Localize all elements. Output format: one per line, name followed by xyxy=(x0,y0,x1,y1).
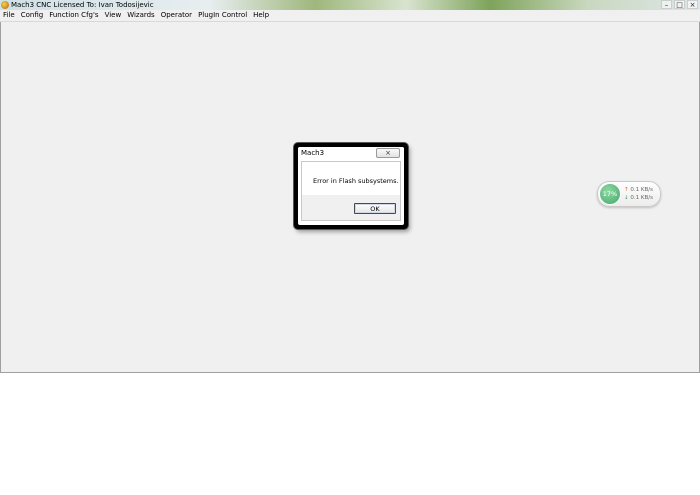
window-controls: – □ × xyxy=(661,0,698,10)
menu-help[interactable]: Help xyxy=(250,10,272,21)
maximize-button[interactable]: □ xyxy=(674,0,685,9)
error-dialog: Mach3 × Error in Flash subsystems. OK xyxy=(294,143,408,229)
dialog-message-area: Error in Flash subsystems. xyxy=(302,162,400,195)
close-window-button[interactable]: × xyxy=(687,0,698,9)
ok-button[interactable]: OK xyxy=(354,203,396,214)
menu-config[interactable]: Config xyxy=(18,10,46,21)
dialog-title-bar[interactable]: Mach3 × xyxy=(298,147,404,159)
usage-percent-badge: 17% xyxy=(599,183,621,205)
network-speed-widget[interactable]: 17% ↑ 0.1 KB/s ↓ 0.1 KB/s xyxy=(597,181,661,207)
close-icon[interactable]: × xyxy=(376,148,400,158)
menu-view[interactable]: View xyxy=(102,10,125,21)
menu-function-cfgs[interactable]: Function Cfg's xyxy=(46,10,101,21)
upload-speed: ↑ 0.1 KB/s xyxy=(624,187,653,193)
dialog-title: Mach3 xyxy=(301,149,325,157)
download-speed: ↓ 0.1 KB/s xyxy=(624,195,653,201)
download-arrow-icon: ↓ xyxy=(624,195,629,201)
mach3-app-icon[interactable] xyxy=(1,1,9,9)
window-title: Mach3 CNC Licensed To: Ivan Todosijevic xyxy=(11,1,154,9)
menu-operator[interactable]: Operator xyxy=(158,10,195,21)
title-bar[interactable]: Mach3 CNC Licensed To: Ivan Todosijevic … xyxy=(0,0,700,10)
application-window: Mach3 CNC Licensed To: Ivan Todosijevic … xyxy=(0,0,700,373)
upload-speed-value: 0.1 KB/s xyxy=(630,187,653,193)
dialog-body: Mach3 × Error in Flash subsystems. OK xyxy=(298,147,404,225)
menu-wizards[interactable]: Wizards xyxy=(124,10,158,21)
menu-plugin-control[interactable]: PlugIn Control xyxy=(195,10,250,21)
minimize-button[interactable]: – xyxy=(661,0,672,9)
error-message: Error in Flash subsystems. xyxy=(313,177,399,185)
upload-arrow-icon: ↑ xyxy=(624,187,629,193)
dialog-content: Error in Flash subsystems. OK xyxy=(301,161,401,221)
download-speed-value: 0.1 KB/s xyxy=(630,195,653,201)
menu-bar: File Config Function Cfg's View Wizards … xyxy=(0,10,700,22)
menu-file[interactable]: File xyxy=(0,10,18,21)
